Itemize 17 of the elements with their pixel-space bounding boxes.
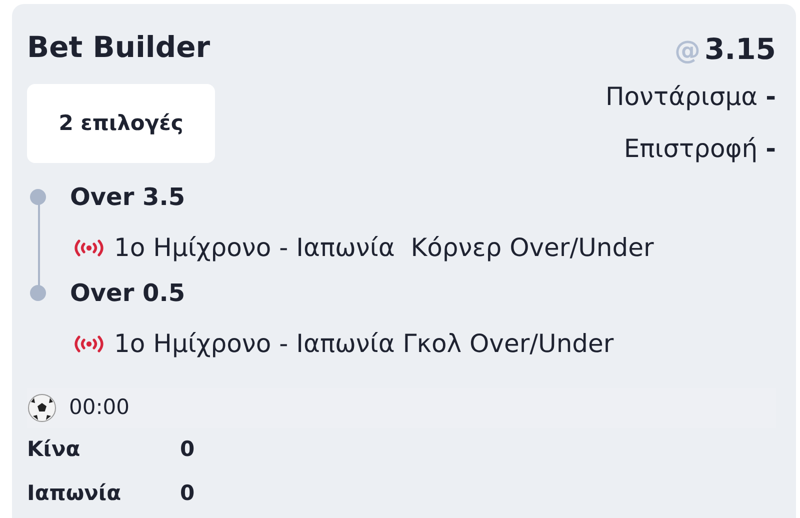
team-name: Κίνα [27, 436, 82, 464]
selection-name: Over 3.5 [70, 182, 186, 213]
at-symbol: @ [674, 35, 700, 68]
returns-label: Επιστροφή [624, 134, 758, 164]
market-name: 1ο Ημίχρονο - Ιαπωνία Γκολ Over/Under [114, 328, 614, 360]
market-name: 1ο Ημίχρονο - Ιαπωνία Κόρνερ Over/Under [114, 232, 654, 264]
team-name: Ιαπωνία [27, 480, 122, 508]
team-score: 0 [180, 480, 195, 508]
selections-count: 2 επιλογές [27, 84, 215, 163]
stake-value: - [766, 82, 776, 112]
match-time: 00:00 [69, 394, 130, 422]
team-score: 0 [180, 436, 195, 464]
returns-value: - [766, 134, 776, 164]
odds-value: 3.15 [704, 31, 776, 68]
stake-label: Ποντάρισμα [605, 82, 758, 112]
card-title: Bet Builder [27, 29, 212, 66]
selection-name: Over 0.5 [70, 278, 186, 309]
